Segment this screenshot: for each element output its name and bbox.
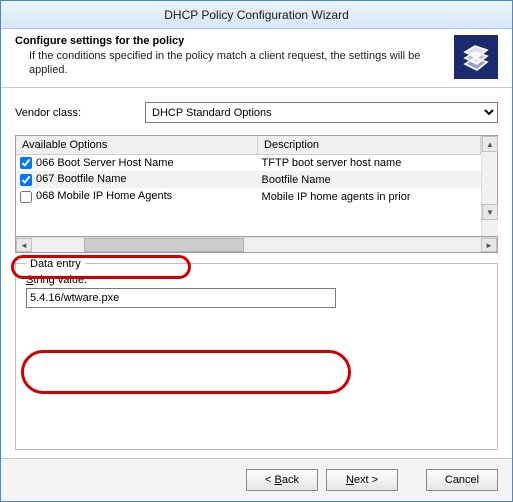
data-entry-group: Data entry String value: [15,263,498,450]
column-available-options[interactable]: Available Options [16,136,258,154]
scroll-thumb[interactable] [84,238,244,252]
scroll-down-icon[interactable]: ▼ [482,204,498,220]
table-row[interactable]: 066 Boot Server Host Name TFTP boot serv… [16,154,481,171]
option-desc: TFTP boot server host name [258,154,481,171]
option-desc: Mobile IP home agents in prior [258,188,481,205]
table-row[interactable]: 068 Mobile IP Home Agents Mobile IP home… [16,188,481,205]
string-value-input[interactable] [26,288,336,308]
option-desc: Bootfile Name [258,171,481,188]
table-row[interactable]: 067 Bootfile Name Bootfile Name [16,171,481,188]
cancel-button[interactable]: Cancel [426,469,498,491]
header-subtitle: If the conditions specified in the polic… [15,49,446,78]
vendor-class-label: Vendor class: [15,107,145,119]
option-label: 068 Mobile IP Home Agents [36,190,172,202]
available-options-panel: Available Options Description 066 Boot S… [15,135,498,237]
option-067-checkbox[interactable] [20,174,32,186]
option-label: 067 Bootfile Name [36,173,127,185]
column-description[interactable]: Description [258,136,481,154]
back-button[interactable]: < Back [246,469,318,491]
string-value-label: String value: [26,274,487,286]
scroll-right-icon[interactable]: ► [481,238,497,252]
available-options-table: Available Options Description 066 Boot S… [16,136,481,205]
wizard-footer: < Back Next > Cancel [1,458,512,501]
next-button[interactable]: Next > [326,469,398,491]
option-label: 066 Boot Server Host Name [36,157,174,169]
data-entry-legend: Data entry [26,258,85,270]
scroll-up-icon[interactable]: ▲ [482,136,498,152]
option-068-checkbox[interactable] [20,191,32,203]
wizard-header: Configure settings for the policy If the… [1,29,512,88]
header-title: Configure settings for the policy [15,35,446,47]
scroll-corner [482,220,498,236]
window-title: DHCP Policy Configuration Wizard [164,8,349,22]
scroll-left-icon[interactable]: ◄ [16,238,32,252]
wizard-stack-icon [454,35,498,79]
vertical-scrollbar[interactable]: ▲ ▼ [481,136,497,236]
option-066-checkbox[interactable] [20,157,32,169]
titlebar: DHCP Policy Configuration Wizard [1,1,512,29]
horizontal-scrollbar[interactable]: ◄ ► [15,237,498,253]
vendor-class-select[interactable]: DHCP Standard Options [145,102,498,123]
